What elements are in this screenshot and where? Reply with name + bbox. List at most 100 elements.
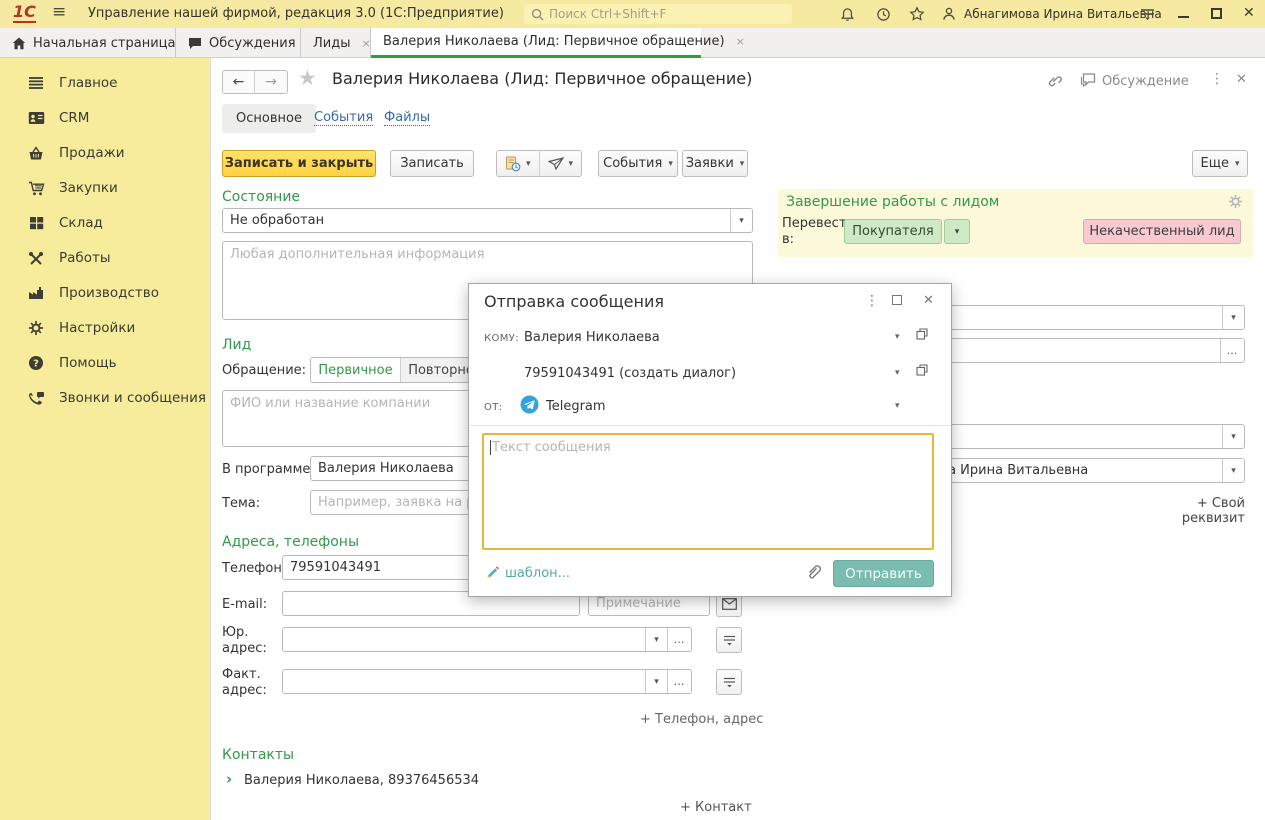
choose-icon[interactable]: … <box>1220 339 1244 362</box>
notifications-bell-icon[interactable] <box>838 5 856 23</box>
form-tab-events[interactable]: События <box>314 110 373 126</box>
send-button[interactable]: Отправить <box>833 560 934 587</box>
from-channel-field[interactable]: Telegram <box>546 399 606 414</box>
lines-menu-icon <box>723 634 736 647</box>
choose-icon[interactable]: … <box>667 628 691 651</box>
tab-lead-card[interactable]: Валерия Николаева (Лид: Первичное обраще… <box>371 28 701 58</box>
service-menu-icon[interactable] <box>1138 5 1156 23</box>
sidebar-item-works[interactable]: Работы <box>0 243 210 273</box>
dropdown-icon[interactable]: ▾ <box>645 670 667 693</box>
sidebar-item-calls-messages[interactable]: Звонки и сообщения <box>0 383 210 413</box>
appeal-primary-option[interactable]: Первичное <box>311 358 400 382</box>
sidebar-item-main[interactable]: Главное <box>0 68 210 98</box>
sidebar: Главное CRM Продажи Закупки Склад Работы… <box>0 58 210 820</box>
sales-basket-icon <box>27 144 45 162</box>
dropdown-icon[interactable]: ▾ <box>895 368 900 378</box>
create-event-button[interactable]: ▾ <box>497 151 539 176</box>
phone-field[interactable]: 79591043491 <box>282 555 482 580</box>
sidebar-item-purchases[interactable]: Закупки <box>0 173 210 203</box>
contact-item[interactable]: Валерия Николаева, 89376456534 <box>244 773 479 788</box>
add-attribute-link[interactable]: + Свой реквизит <box>1140 496 1245 526</box>
actual-address-field[interactable]: ▾ … <box>282 669 692 694</box>
warehouse-boxes-icon <box>27 214 45 232</box>
sidebar-item-help[interactable]: ? Помощь <box>0 348 210 378</box>
template-link[interactable]: шаблон... <box>505 566 570 581</box>
sidebar-item-warehouse[interactable]: Склад <box>0 208 210 238</box>
dialog-more-icon[interactable]: ⋮ <box>865 293 879 309</box>
to-phone-field[interactable]: 79591043491 (создать диалог) <box>524 366 736 381</box>
dialog-maximize-icon[interactable] <box>892 295 902 305</box>
envelope-icon <box>722 598 737 610</box>
tab-label: Начальная страница <box>33 36 175 51</box>
convert-to-buyer-button[interactable]: Покупателя <box>844 219 942 244</box>
dropdown-icon[interactable]: ▾ <box>1222 425 1244 448</box>
page-title: Валерия Николаева (Лид: Первичное обраще… <box>332 69 752 88</box>
tab-close-icon[interactable]: × <box>736 35 745 48</box>
events-menu-button[interactable]: События▾ <box>598 150 678 177</box>
panel-gear-icon[interactable] <box>1228 194 1243 209</box>
dropdown-icon[interactable]: ▾ <box>1222 459 1244 482</box>
message-textarea[interactable]: Текст сообщения <box>482 433 934 550</box>
dropdown-icon: ▾ <box>526 159 531 169</box>
purchases-cart-icon <box>27 179 45 197</box>
open-card-icon[interactable] <box>916 328 928 340</box>
form-tab-main[interactable]: Основное <box>222 104 316 133</box>
global-search-input[interactable]: Поиск Ctrl+Shift+F <box>524 4 792 24</box>
convert-dropdown-button[interactable]: ▾ <box>944 219 970 244</box>
dropdown-icon[interactable]: ▾ <box>1222 306 1244 329</box>
open-card-icon[interactable] <box>916 364 928 376</box>
sidebar-item-label: Продажи <box>59 145 125 161</box>
form-more-icon[interactable]: ⋮ <box>1210 71 1224 87</box>
actual-address-menu-button[interactable] <box>716 669 742 695</box>
discussion-icon[interactable] <box>1080 73 1096 88</box>
current-user-name[interactable]: Абнагимова Ирина Витальевна <box>964 7 1162 21</box>
tab-leads[interactable]: Лиды × <box>301 28 371 58</box>
dropdown-icon[interactable]: ▾ <box>730 209 752 232</box>
window-maximize-button[interactable] <box>1211 8 1222 19</box>
state-select[interactable]: Не обработан ▾ <box>222 208 753 233</box>
save-close-button[interactable]: Записать и закрыть <box>222 150 376 177</box>
tab-close-icon[interactable]: × <box>361 37 370 50</box>
copy-link-icon[interactable] <box>1046 72 1063 89</box>
sidebar-item-sales[interactable]: Продажи <box>0 138 210 168</box>
legal-address-menu-button[interactable] <box>716 627 742 653</box>
save-button[interactable]: Записать <box>390 150 474 177</box>
expand-chevron-icon[interactable]: › <box>226 770 232 788</box>
attach-paperclip-icon[interactable] <box>806 563 823 580</box>
choose-icon[interactable]: … <box>667 670 691 693</box>
bad-lead-button[interactable]: Некачественный лид <box>1083 219 1241 244</box>
tab-label: Валерия Николаева (Лид: Первичное обраще… <box>383 34 725 49</box>
sidebar-item-label: Звонки и сообщения <box>59 390 206 406</box>
sidebar-item-production[interactable]: Производство <box>0 278 210 308</box>
dialog-close-icon[interactable]: ✕ <box>923 293 934 308</box>
forward-button[interactable]: → <box>255 71 287 93</box>
dropdown-icon[interactable]: ▾ <box>895 401 900 411</box>
add-phone-address-link[interactable]: + Телефон, адрес <box>640 712 750 727</box>
add-contact-link[interactable]: + Контакт <box>680 800 750 815</box>
dropdown-icon[interactable]: ▾ <box>645 628 667 651</box>
back-button[interactable]: ← <box>223 71 255 93</box>
requests-menu-button[interactable]: Заявки▾ <box>682 150 748 177</box>
user-icon[interactable] <box>940 5 958 23</box>
history-icon[interactable] <box>874 5 892 23</box>
form-close-icon[interactable]: ✕ <box>1236 72 1247 87</box>
window-close-button[interactable]: ✕ <box>1243 5 1255 21</box>
dropdown-icon[interactable]: ▾ <box>895 332 900 342</box>
tab-home[interactable]: Начальная страница <box>0 28 176 58</box>
to-recipient-field[interactable]: Валерия Николаева <box>524 330 660 345</box>
pencil-icon <box>485 565 500 580</box>
sidebar-item-label: Склад <box>59 215 103 231</box>
sidebar-item-settings[interactable]: Настройки <box>0 313 210 343</box>
favorite-star-icon[interactable]: ★ <box>298 66 317 90</box>
send-message-button[interactable]: ▾ <box>539 151 582 176</box>
favorites-star-icon[interactable] <box>908 5 926 23</box>
legal-address-field[interactable]: ▾ … <box>282 627 692 652</box>
discussion-label[interactable]: Обсуждение <box>1102 74 1189 89</box>
form-tab-files[interactable]: Файлы <box>384 110 430 126</box>
window-minimize-button[interactable] <box>1178 16 1189 18</box>
svg-text:?: ? <box>33 359 39 370</box>
more-button[interactable]: Еще▾ <box>1192 150 1248 177</box>
tab-discussions[interactable]: Обсуждения <box>176 28 301 58</box>
main-menu-icon[interactable]: ≡ <box>52 2 66 22</box>
sidebar-item-crm[interactable]: CRM <box>0 103 210 133</box>
